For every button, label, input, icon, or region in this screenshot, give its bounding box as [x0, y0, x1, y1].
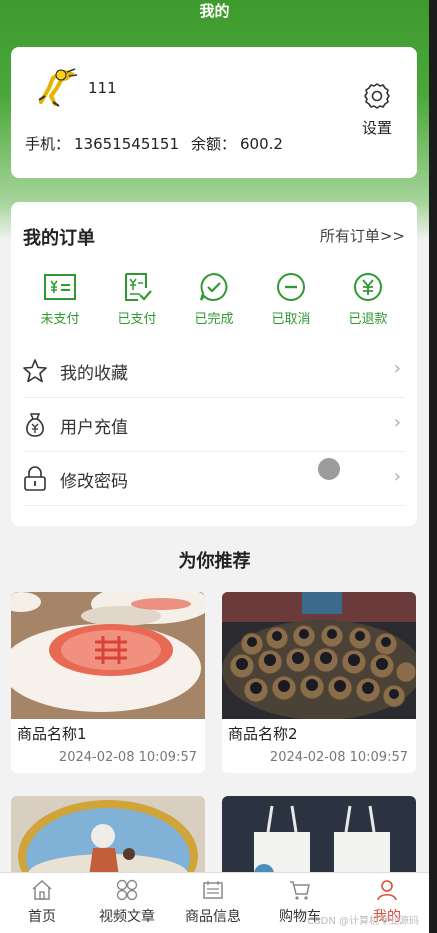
nav-item-product-info[interactable]: 商品信息 [171, 879, 255, 926]
menu-label: 用户充值 [60, 418, 128, 438]
all-orders-link[interactable]: 所有订单>> [320, 225, 405, 246]
star-icon [23, 358, 47, 384]
product-date: 2024-02-08 10:09:57 [269, 750, 408, 765]
chevron-right-icon: › [393, 466, 401, 487]
settings-label: 设置 [361, 119, 392, 137]
status-unpaid[interactable]: 未支付 [25, 272, 95, 327]
chevron-right-icon: › [393, 358, 401, 379]
status-label: 未支付 [40, 312, 80, 327]
window-edge [429, 0, 437, 933]
cart-icon [258, 879, 342, 901]
nav-label: 商品信息 [185, 909, 241, 925]
product-card-3[interactable] [11, 796, 205, 876]
product-card-4[interactable] [222, 796, 416, 876]
watermark: CSDN @计算机专业源码 [307, 916, 419, 927]
chevron-right-icon: › [393, 412, 401, 433]
phone-number: 13651545151 [74, 135, 179, 153]
refunded-icon [333, 272, 403, 302]
user-icon [345, 879, 429, 901]
grid-icon [85, 879, 169, 901]
calendar-icon [171, 879, 255, 901]
settings-button[interactable]: 设置 [357, 81, 397, 137]
product-card-1[interactable]: 商品名称1 2024-02-08 10:09:57 [11, 592, 205, 773]
phone-label: 手机： [25, 135, 71, 153]
gear-icon [362, 83, 392, 115]
product-image [222, 796, 416, 876]
product-name: 商品名称1 [17, 725, 87, 743]
product-image [11, 796, 205, 876]
unpaid-icon [25, 272, 95, 302]
product-image [11, 592, 205, 719]
lock-icon [23, 466, 47, 492]
orders-card: 我的订单 所有订单>> 未支付 已支付 已完成 已取消 已退款 我的收藏 › 用… [11, 202, 417, 526]
status-cancelled[interactable]: 已取消 [256, 272, 326, 327]
product-name: 商品名称2 [228, 725, 298, 743]
home-icon [0, 879, 84, 901]
nav-item-home[interactable]: 首页 [0, 879, 84, 926]
money-bag-icon [23, 412, 47, 438]
paid-icon [102, 272, 172, 302]
nav-label: 视频文章 [99, 909, 155, 925]
menu-label: 我的收藏 [60, 364, 128, 384]
nav-label: 首页 [28, 909, 56, 925]
status-label: 已支付 [117, 312, 157, 327]
status-label: 已完成 [194, 312, 234, 327]
status-label: 已取消 [271, 312, 311, 327]
orders-title: 我的订单 [23, 228, 95, 249]
nav-item-video-articles[interactable]: 视频文章 [85, 879, 169, 926]
menu-item-recharge[interactable]: 用户充值 › [23, 398, 405, 452]
order-status-row: 未支付 已支付 已完成 已取消 已退款 [11, 272, 417, 332]
product-image [222, 592, 416, 719]
avatar[interactable] [31, 66, 83, 108]
product-card-2[interactable]: 商品名称2 2024-02-08 10:09:57 [222, 592, 416, 773]
page-title: 我的 [199, 2, 230, 20]
status-paid[interactable]: 已支付 [102, 272, 172, 327]
menu-item-favorites[interactable]: 我的收藏 › [23, 344, 405, 398]
profile-card: 111 设置 手机： 13651545151 余额： 600.2 [11, 47, 417, 178]
account-info: 手机： 13651545151 余额： 600.2 [25, 133, 287, 154]
floating-assistive-button[interactable] [318, 458, 340, 480]
balance-value: 600.2 [240, 135, 283, 153]
bottom-nav: 首页 视频文章 商品信息 购物车 我的 CSDN @计算机专业源码 [0, 872, 429, 933]
completed-icon [179, 272, 249, 302]
recommend-title: 为你推荐 [178, 551, 251, 572]
menu-label: 修改密码 [60, 472, 128, 492]
username: 111 [88, 79, 117, 97]
status-refunded[interactable]: 已退款 [333, 272, 403, 327]
status-label: 已退款 [348, 312, 388, 327]
cancelled-icon [256, 272, 326, 302]
menu-item-change-password[interactable]: 修改密码 › [23, 452, 405, 506]
product-date: 2024-02-08 10:09:57 [58, 750, 197, 765]
balance-label: 余额： [191, 135, 237, 153]
status-completed[interactable]: 已完成 [179, 272, 249, 327]
